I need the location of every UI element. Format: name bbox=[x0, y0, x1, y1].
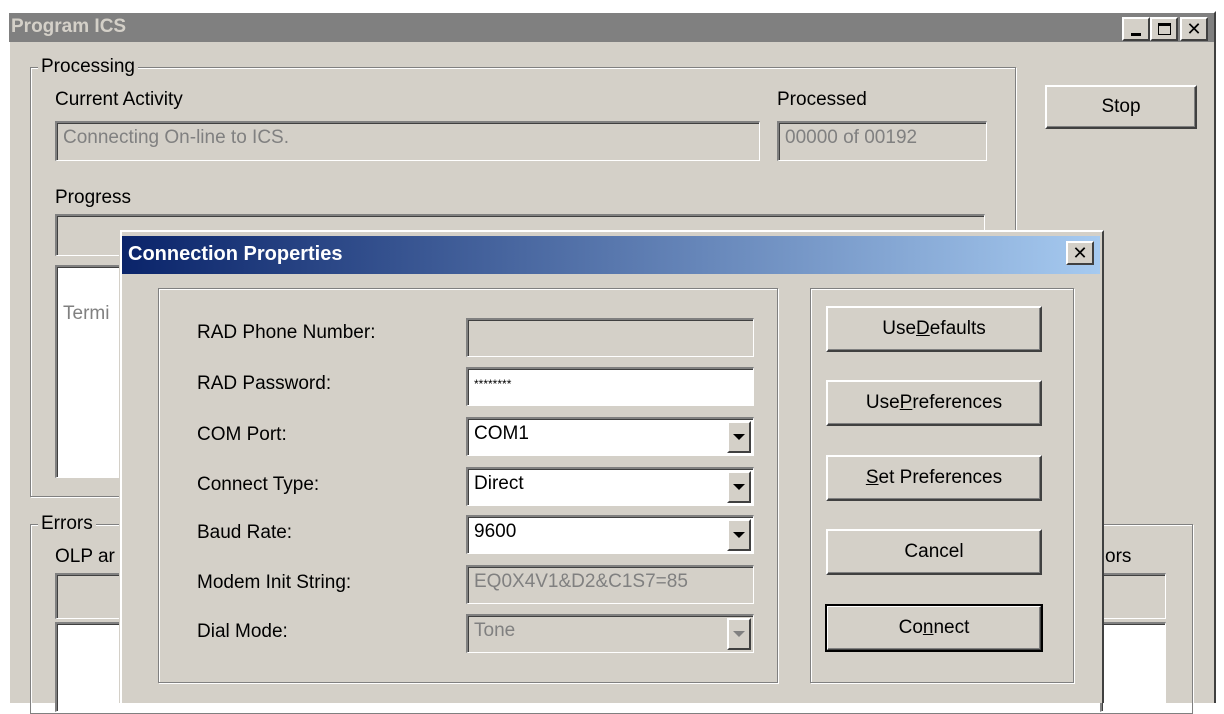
maximize-button[interactable] bbox=[1150, 17, 1178, 41]
com-port-select[interactable]: COM1 bbox=[466, 417, 754, 456]
current-activity-field: Connecting On-line to ICS. bbox=[55, 121, 760, 161]
use-preferences-button[interactable]: Use Preferences bbox=[826, 380, 1042, 426]
connect-type-label: Connect Type: bbox=[197, 474, 320, 495]
chevron-down-icon[interactable] bbox=[727, 421, 751, 453]
connect-label-post: nect bbox=[933, 617, 970, 638]
chevron-down-icon[interactable] bbox=[727, 519, 751, 551]
connection-properties-title: Connection Properties bbox=[128, 243, 343, 265]
program-ics-title: Program ICS bbox=[11, 16, 127, 37]
connect-accel: n bbox=[922, 617, 934, 638]
use-defaults-label-post: efaults bbox=[929, 318, 986, 339]
processed-field: 00000 of 00192 bbox=[777, 121, 987, 161]
com-port-value: COM1 bbox=[474, 423, 529, 444]
connect-type-value: Direct bbox=[474, 473, 524, 494]
dialog-close-button[interactable]: ✕ bbox=[1066, 241, 1094, 265]
stop-button[interactable]: Stop bbox=[1045, 85, 1197, 129]
errors-right-list[interactable] bbox=[1100, 622, 1166, 712]
baud-rate-select[interactable]: 9600 bbox=[466, 515, 754, 554]
connect-label-pre: Co bbox=[898, 617, 923, 638]
dial-mode-label: Dial Mode: bbox=[197, 621, 288, 642]
dial-mode-value: Tone bbox=[474, 620, 516, 641]
current-activity-label: Current Activity bbox=[55, 89, 183, 110]
use-defaults-button[interactable]: Use Defaults bbox=[826, 306, 1042, 352]
chevron-down-icon[interactable] bbox=[727, 471, 751, 503]
set-preferences-button[interactable]: Set Preferences bbox=[826, 455, 1042, 501]
program-ics-titlebar[interactable] bbox=[9, 13, 1214, 42]
close-icon: ✕ bbox=[1072, 243, 1088, 263]
errors-right-label: ors bbox=[1105, 546, 1132, 567]
connect-button[interactable]: Co n nect bbox=[825, 604, 1043, 652]
baud-rate-label: Baud Rate: bbox=[197, 522, 293, 543]
rad-phone-number-label: RAD Phone Number: bbox=[197, 322, 376, 343]
rad-phone-number-field bbox=[466, 318, 754, 357]
minimize-icon bbox=[1131, 32, 1141, 36]
com-port-label: COM Port: bbox=[197, 424, 287, 445]
close-icon: ✕ bbox=[1186, 19, 1202, 39]
modem-init-string-label: Modem Init String: bbox=[197, 572, 352, 593]
baud-rate-value: 9600 bbox=[474, 521, 517, 542]
progress-label: Progress bbox=[55, 187, 132, 208]
modem-init-string-field: EQ0X4V1&D2&C1S7=85 bbox=[466, 565, 754, 604]
maximize-icon bbox=[1157, 23, 1171, 35]
processed-label: Processed bbox=[777, 89, 867, 110]
rad-password-field[interactable]: ******** bbox=[466, 367, 754, 406]
processing-group-label: Processing bbox=[38, 56, 138, 78]
use-preferences-label-pre: Use bbox=[865, 392, 900, 413]
connect-type-select[interactable]: Direct bbox=[466, 467, 754, 506]
errors-right-field bbox=[1100, 573, 1166, 619]
set-preferences-label-post: et Preferences bbox=[878, 467, 1003, 488]
cancel-button[interactable]: Cancel bbox=[826, 529, 1042, 575]
dial-mode-select: Tone bbox=[466, 614, 754, 653]
use-defaults-label-pre: Use bbox=[882, 318, 917, 339]
chevron-down-icon bbox=[727, 618, 751, 650]
use-preferences-label-post: references bbox=[912, 392, 1003, 413]
close-button[interactable]: ✕ bbox=[1180, 17, 1208, 41]
use-defaults-accel: D bbox=[916, 318, 930, 339]
use-preferences-accel: P bbox=[899, 392, 913, 413]
minimize-button[interactable] bbox=[1122, 17, 1150, 41]
activity-log-text: Termi bbox=[63, 303, 110, 324]
errors-left-label: OLP ar bbox=[55, 546, 115, 567]
rad-password-label: RAD Password: bbox=[197, 373, 332, 394]
errors-group-label: Errors bbox=[38, 513, 96, 535]
set-preferences-accel: S bbox=[865, 467, 879, 488]
